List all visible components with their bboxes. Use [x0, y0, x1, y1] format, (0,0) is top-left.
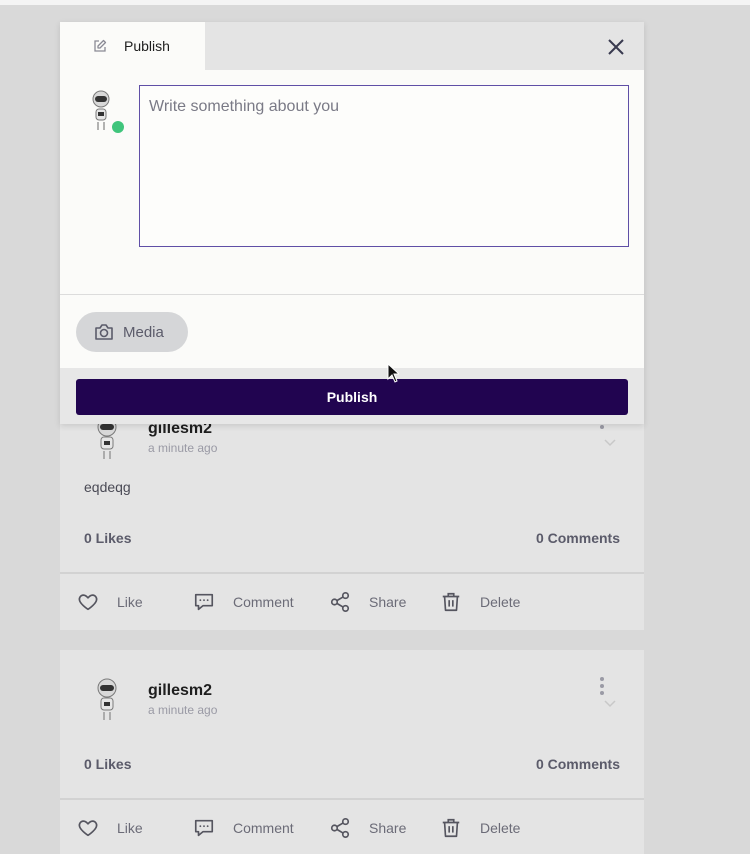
delete-label: Delete [480, 594, 521, 610]
chevron-down-icon[interactable] [604, 439, 616, 447]
post-stats: 0 Likes 0 Comments [84, 530, 620, 550]
trash-icon [442, 592, 460, 612]
likes-count[interactable]: 0 Likes [84, 530, 131, 546]
delete-label: Delete [480, 820, 521, 836]
tab-publish[interactable]: Publish [60, 22, 205, 70]
post-timestamp: a minute ago [148, 703, 218, 717]
heart-icon [78, 594, 98, 611]
post-card: gillesm2 a minute ago eqdeqg 0 Likes 0 C… [60, 395, 644, 630]
delete-button[interactable]: Delete [440, 808, 520, 848]
close-icon[interactable] [606, 37, 626, 57]
online-status-dot [112, 121, 124, 133]
like-button[interactable]: Like [77, 582, 143, 622]
share-button[interactable]: Share [329, 808, 406, 848]
tab-publish-label: Publish [124, 38, 170, 54]
camera-icon [95, 324, 113, 340]
comments-count[interactable]: 0 Comments [536, 756, 620, 772]
publish-modal: Publish Media Publish [60, 22, 644, 424]
like-label: Like [117, 594, 143, 610]
media-button[interactable]: Media [76, 312, 188, 352]
modal-tab-bar: Publish [60, 22, 644, 70]
robot-avatar [97, 678, 117, 720]
comments-count[interactable]: 0 Comments [536, 530, 620, 546]
post-timestamp: a minute ago [148, 441, 218, 455]
publish-button[interactable]: Publish [76, 379, 628, 415]
post-actions: Like Comment Share Delete [60, 808, 644, 848]
comment-button[interactable]: Comment [193, 808, 294, 848]
share-label: Share [369, 594, 407, 610]
like-label: Like [117, 820, 143, 836]
modal-divider [60, 294, 644, 295]
chevron-down-icon[interactable] [604, 700, 616, 708]
post-card: gillesm2 a minute ago 0 Likes 0 Comments… [60, 650, 644, 854]
post-divider [60, 572, 644, 574]
comment-icon [194, 593, 214, 611]
share-button[interactable]: Share [329, 582, 406, 622]
post-text: eqdeqg [84, 479, 131, 495]
top-strip [0, 0, 750, 5]
likes-count[interactable]: 0 Likes [84, 756, 131, 772]
share-icon [330, 592, 350, 612]
comment-label: Comment [233, 594, 294, 610]
comment-button[interactable]: Comment [193, 582, 294, 622]
more-vertical-icon[interactable] [598, 677, 606, 697]
post-actions: Like Comment Share Delete [60, 582, 644, 622]
post-compose-input[interactable] [139, 85, 629, 247]
post-username[interactable]: gillesm2 [148, 682, 212, 700]
heart-icon [78, 820, 98, 837]
post-stats: 0 Likes 0 Comments [84, 756, 620, 776]
delete-button[interactable]: Delete [440, 582, 520, 622]
edit-icon [94, 39, 107, 52]
comment-icon [194, 819, 214, 837]
like-button[interactable]: Like [77, 808, 143, 848]
media-label: Media [123, 323, 164, 341]
share-label: Share [369, 820, 407, 836]
comment-label: Comment [233, 820, 294, 836]
mouse-cursor-icon [387, 363, 399, 383]
post-divider [60, 798, 644, 800]
trash-icon [442, 818, 460, 838]
share-icon [330, 818, 350, 838]
